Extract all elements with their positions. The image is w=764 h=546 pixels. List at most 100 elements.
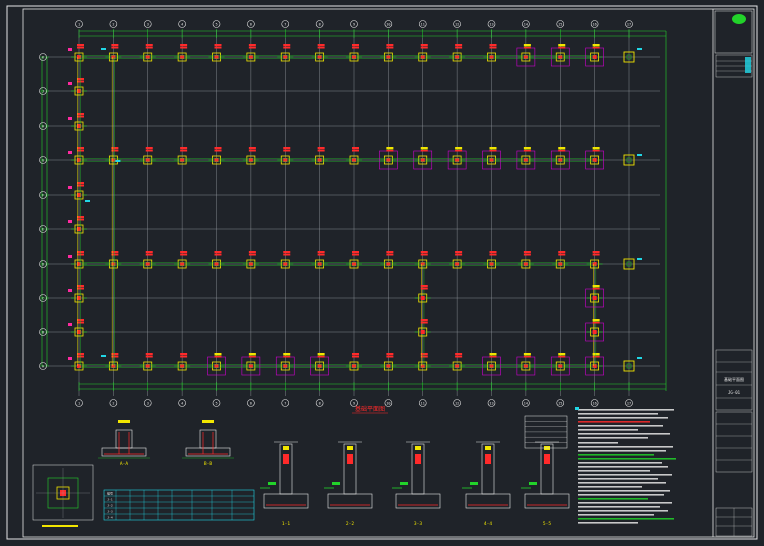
axis-label-top: 6 <box>250 23 252 27</box>
footing-tag-line <box>455 150 463 152</box>
footing-tag <box>420 251 428 254</box>
note-line <box>578 470 650 472</box>
axis-label-top: 17 <box>627 23 631 27</box>
section-base <box>101 447 147 457</box>
axis-label-bottom: 17 <box>627 402 631 406</box>
footing-tag-line <box>455 356 463 358</box>
footing-tag <box>111 44 119 47</box>
axis-label-top: 16 <box>593 23 597 27</box>
footing-tag-line <box>180 356 188 358</box>
footing-tag-line <box>248 47 256 49</box>
footing-tag-line <box>455 47 463 49</box>
drawing-name: 基础平面图 <box>724 376 744 382</box>
footing-tag <box>77 44 84 47</box>
column-body <box>343 443 357 495</box>
table-cell: J-2 <box>107 504 113 508</box>
footing-tag <box>592 285 600 288</box>
footing-tag <box>317 353 325 356</box>
section-marker <box>85 200 90 202</box>
axis-label-top: 2 <box>112 23 114 27</box>
note-line <box>578 506 660 508</box>
footing-tag-line <box>592 254 600 256</box>
footing-tag-line <box>489 356 497 358</box>
axis-footing-tag <box>68 220 72 223</box>
footing-tag <box>352 44 359 47</box>
general-notes <box>524 407 676 524</box>
footing-tag-line <box>145 150 153 152</box>
table-cell: J-4 <box>107 516 113 520</box>
footing-tag-line <box>592 288 600 290</box>
footing-tag <box>558 44 566 47</box>
footing-tag <box>523 44 531 47</box>
section-pier <box>115 429 133 449</box>
axis-label-left: C <box>42 296 44 300</box>
footing-tag <box>489 147 497 150</box>
footing-tag-line <box>317 254 325 256</box>
section-tag <box>118 420 130 423</box>
footing-tag <box>592 44 600 47</box>
footing-tag-line <box>489 254 497 256</box>
footing-tag-line <box>420 150 428 152</box>
column-body <box>540 443 554 495</box>
axis-label-left: A <box>42 364 45 368</box>
footing-tag <box>386 353 394 356</box>
footing-tag <box>455 353 463 356</box>
column-body <box>481 443 495 495</box>
footing-tag <box>248 353 256 356</box>
note-line <box>578 486 642 488</box>
footing-tag <box>145 251 153 254</box>
foundation-plan: 1122334455667788991010111112121313141415… <box>39 20 667 407</box>
footing-tag-line <box>283 150 291 152</box>
footing-tag <box>214 44 222 47</box>
column-cap <box>283 446 289 450</box>
section-marker <box>101 355 106 357</box>
note-line <box>578 498 648 500</box>
table-header: 编号 <box>107 491 113 496</box>
footing-tag-line <box>248 356 256 358</box>
footing-tag <box>386 147 394 150</box>
footing-tag <box>317 147 325 150</box>
footing-tag <box>455 251 463 254</box>
axis-label-bottom: 16 <box>593 402 597 406</box>
table-frame <box>103 489 255 521</box>
section-pier <box>199 429 217 449</box>
footing-tag <box>180 353 188 356</box>
section-label: B-B <box>204 461 212 467</box>
note-line <box>578 482 666 484</box>
footing-tag-line <box>180 150 188 152</box>
note-line <box>578 466 668 468</box>
column-rebar-block <box>415 454 421 464</box>
note-line <box>578 510 668 512</box>
axis-label-bottom: 6 <box>250 402 252 406</box>
section-base <box>185 447 231 457</box>
axis-label-bottom: 8 <box>319 402 321 406</box>
section-level-tag <box>400 482 408 485</box>
axis-label-left: J <box>42 89 44 93</box>
footing-tag-line <box>386 150 394 152</box>
detail-title-bar <box>42 525 78 527</box>
footing-tag-line <box>248 254 256 256</box>
axis-label-bottom: 3 <box>147 402 149 406</box>
footing-tag-line <box>386 356 394 358</box>
notes-heading-mark <box>575 407 579 410</box>
footing-tag-line <box>283 356 291 358</box>
footing-tag-line <box>420 47 428 49</box>
axis-label-bottom: 11 <box>421 402 425 406</box>
column-section: 1-1 <box>260 441 309 527</box>
footing-tag-line <box>214 356 222 358</box>
axis-label-left: E <box>42 227 44 231</box>
footing-tag <box>455 44 463 47</box>
axis-label-top: 8 <box>319 23 321 27</box>
section-level-tag <box>470 482 478 485</box>
title-block: 基础平面图 JG-01 <box>712 9 753 537</box>
footing-tag-line <box>180 47 188 49</box>
footing-tag-line <box>111 47 119 49</box>
footing-tag <box>283 251 291 254</box>
column-body <box>279 443 293 495</box>
plan-title-group: 基础平面图 <box>352 405 388 414</box>
footing-tag-line <box>386 254 394 256</box>
note-line <box>578 433 670 435</box>
section-marker <box>637 48 642 50</box>
axis-label-left: F <box>42 193 44 197</box>
footing-tag <box>317 44 325 47</box>
